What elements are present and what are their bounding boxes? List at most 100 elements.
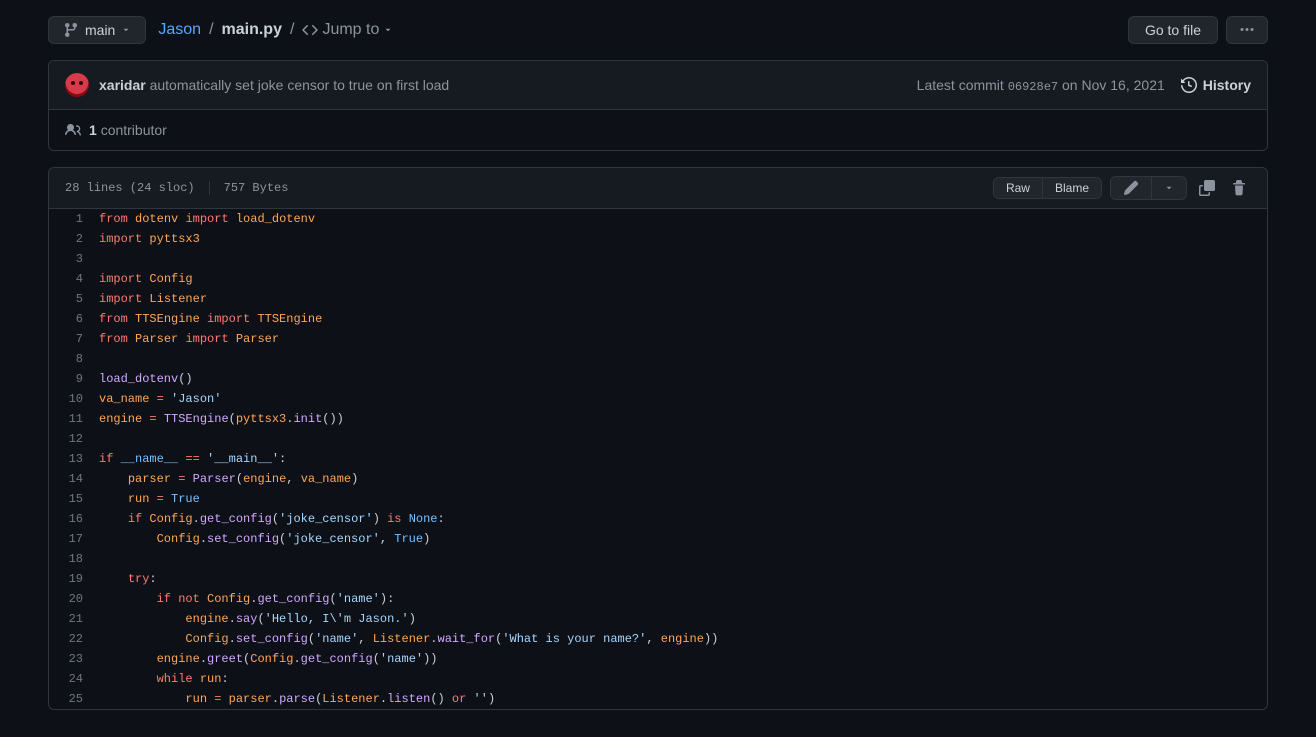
line-number[interactable]: 8 — [49, 349, 99, 369]
code-line: 6from TTSEngine import TTSEngine — [49, 309, 1267, 329]
copy-icon — [1199, 180, 1215, 196]
line-number[interactable]: 16 — [49, 509, 99, 529]
more-actions-button[interactable] — [1226, 16, 1268, 44]
edit-dropdown-button[interactable] — [1151, 177, 1186, 199]
file-nav-row: main Jason / main.py / Jump to Go to fil… — [48, 16, 1268, 44]
line-code[interactable]: load_dotenv() — [99, 369, 1267, 389]
line-number[interactable]: 6 — [49, 309, 99, 329]
delete-button[interactable] — [1227, 176, 1251, 200]
code-line: 22 Config.set_config('name', Listener.wa… — [49, 629, 1267, 649]
blame-button[interactable]: Blame — [1042, 178, 1101, 198]
code-line: 17 Config.set_config('joke_censor', True… — [49, 529, 1267, 549]
line-number[interactable]: 11 — [49, 409, 99, 429]
pencil-icon — [1123, 180, 1139, 196]
jump-to-menu[interactable]: Jump to — [302, 21, 393, 39]
line-number[interactable]: 23 — [49, 649, 99, 669]
commit-box: xaridar automatically set joke censor to… — [48, 60, 1268, 151]
line-code[interactable]: import Config — [99, 269, 1267, 289]
history-label: History — [1203, 77, 1251, 93]
code-line: 7from Parser import Parser — [49, 329, 1267, 349]
line-code[interactable]: engine = TTSEngine(pyttsx3.init()) — [99, 409, 1267, 429]
line-code[interactable]: while run: — [99, 669, 1267, 689]
go-to-file-button[interactable]: Go to file — [1128, 16, 1218, 44]
code-line: 1from dotenv import load_dotenv — [49, 209, 1267, 229]
commit-message[interactable]: automatically set joke censor to true on… — [150, 77, 450, 93]
file-nav-left: main Jason / main.py / Jump to — [48, 16, 393, 44]
edit-button[interactable] — [1111, 177, 1151, 199]
contributor-count: 1 — [89, 122, 97, 138]
raw-blame-group: Raw Blame — [993, 177, 1102, 199]
commit-left: xaridar automatically set joke censor to… — [65, 73, 449, 97]
line-code[interactable]: try: — [99, 569, 1267, 589]
history-icon — [1181, 77, 1197, 93]
line-code[interactable]: va_name = 'Jason' — [99, 389, 1267, 409]
line-code[interactable]: run = parser.parse(Listener.listen() or … — [99, 689, 1267, 709]
avatar[interactable] — [65, 73, 89, 97]
raw-button[interactable]: Raw — [994, 178, 1042, 198]
code-line: 12 — [49, 429, 1267, 449]
line-code[interactable]: engine.say('Hello, I\'m Jason.') — [99, 609, 1267, 629]
line-number[interactable]: 5 — [49, 289, 99, 309]
code-line: 24 while run: — [49, 669, 1267, 689]
contributors-row[interactable]: 1 contributor — [49, 110, 1267, 150]
line-number[interactable]: 13 — [49, 449, 99, 469]
line-code[interactable]: from TTSEngine import TTSEngine — [99, 309, 1267, 329]
line-code[interactable]: import Listener — [99, 289, 1267, 309]
commit-meta: Latest commit 06928e7 on Nov 16, 2021 — [917, 77, 1165, 94]
line-number[interactable]: 21 — [49, 609, 99, 629]
line-number[interactable]: 17 — [49, 529, 99, 549]
copy-button[interactable] — [1195, 176, 1219, 200]
commit-header: xaridar automatically set joke censor to… — [49, 61, 1267, 110]
code-line: 8 — [49, 349, 1267, 369]
line-number[interactable]: 10 — [49, 389, 99, 409]
line-number[interactable]: 12 — [49, 429, 99, 449]
code-line: 25 run = parser.parse(Listener.listen() … — [49, 689, 1267, 709]
branch-switcher-button[interactable]: main — [48, 16, 146, 44]
line-code[interactable]: if Config.get_config('joke_censor') is N… — [99, 509, 1267, 529]
triangle-down-icon — [383, 25, 393, 35]
code-line: 20 if not Config.get_config('name'): — [49, 589, 1267, 609]
breadcrumb-repo-link[interactable]: Jason — [158, 21, 201, 39]
line-code[interactable]: from dotenv import load_dotenv — [99, 209, 1267, 229]
people-icon — [65, 122, 81, 138]
line-number[interactable]: 7 — [49, 329, 99, 349]
line-code[interactable]: if not Config.get_config('name'): — [99, 589, 1267, 609]
line-number[interactable]: 24 — [49, 669, 99, 689]
code-line: 3 — [49, 249, 1267, 269]
file-header: 28 lines (24 sloc) 757 Bytes Raw Blame — [49, 168, 1267, 209]
line-code[interactable] — [99, 429, 1267, 449]
line-code[interactable]: parser = Parser(engine, va_name) — [99, 469, 1267, 489]
code-line: 18 — [49, 549, 1267, 569]
code-line: 21 engine.say('Hello, I\'m Jason.') — [49, 609, 1267, 629]
line-number[interactable]: 1 — [49, 209, 99, 229]
code-line: 9load_dotenv() — [49, 369, 1267, 389]
line-number[interactable]: 19 — [49, 569, 99, 589]
line-number[interactable]: 14 — [49, 469, 99, 489]
line-number[interactable]: 25 — [49, 689, 99, 709]
line-code[interactable] — [99, 249, 1267, 269]
line-code[interactable]: run = True — [99, 489, 1267, 509]
line-code[interactable] — [99, 549, 1267, 569]
commit-sha-link[interactable]: 06928e7 — [1008, 80, 1058, 94]
line-number[interactable]: 3 — [49, 249, 99, 269]
line-number[interactable]: 18 — [49, 549, 99, 569]
line-number[interactable]: 15 — [49, 489, 99, 509]
line-number[interactable]: 9 — [49, 369, 99, 389]
trash-icon — [1231, 180, 1247, 196]
line-code[interactable]: import pyttsx3 — [99, 229, 1267, 249]
line-code[interactable]: from Parser import Parser — [99, 329, 1267, 349]
line-code[interactable]: if __name__ == '__main__': — [99, 449, 1267, 469]
history-link[interactable]: History — [1181, 77, 1251, 93]
line-code[interactable]: Config.set_config('joke_censor', True) — [99, 529, 1267, 549]
line-number[interactable]: 4 — [49, 269, 99, 289]
code-line: 10va_name = 'Jason' — [49, 389, 1267, 409]
breadcrumb-sep: / — [290, 21, 294, 39]
line-number[interactable]: 20 — [49, 589, 99, 609]
line-code[interactable] — [99, 349, 1267, 369]
line-code[interactable]: Config.set_config('name', Listener.wait_… — [99, 629, 1267, 649]
file-bytes: 757 Bytes — [224, 181, 289, 195]
line-number[interactable]: 2 — [49, 229, 99, 249]
commit-author-link[interactable]: xaridar — [99, 77, 146, 93]
line-code[interactable]: engine.greet(Config.get_config('name')) — [99, 649, 1267, 669]
line-number[interactable]: 22 — [49, 629, 99, 649]
